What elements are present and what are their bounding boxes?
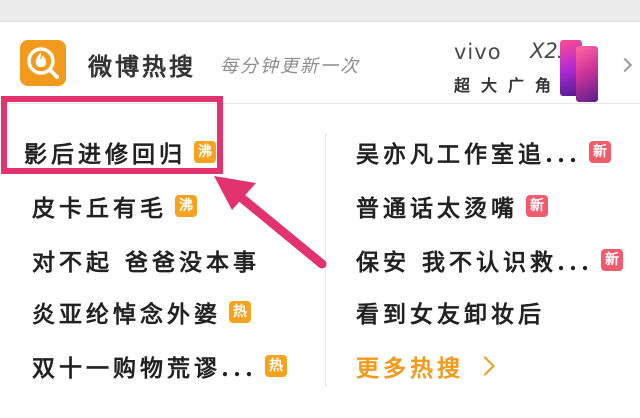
page-title: 微博热搜 bbox=[88, 52, 196, 81]
phone-image bbox=[576, 46, 598, 102]
new-badge: 新 bbox=[601, 249, 624, 271]
hot-search-item[interactable]: 炎亚纶悼念外婆 热 bbox=[32, 292, 251, 332]
hot-search-item-text: 看到女友卸妆后 bbox=[356, 301, 545, 328]
hot-search-item[interactable]: 看到女友卸妆后 bbox=[356, 292, 545, 332]
ad-brand: vivo bbox=[454, 40, 502, 64]
new-badge: 新 bbox=[526, 195, 548, 217]
chevron-right-icon[interactable] bbox=[617, 57, 633, 73]
hot-search-item[interactable]: 普通话太烫嘴 新 bbox=[356, 186, 548, 226]
new-badge: 新 bbox=[589, 141, 612, 163]
hot-search-item-text: 普通话太烫嘴 bbox=[356, 195, 518, 222]
hot-search-item-text: 皮卡丘有毛 bbox=[32, 195, 167, 222]
vivo-ad-banner[interactable]: vivo X23 超大广角 bbox=[452, 36, 612, 102]
hot-search-item-text: 保安 我不认识救... bbox=[356, 249, 594, 276]
top-strip bbox=[0, 0, 640, 22]
hot-search-item[interactable]: 双十一购物荒谬... 热 bbox=[32, 346, 288, 386]
ad-slogan: 超大广角 bbox=[454, 76, 563, 95]
page-subtitle: 每分钟更新一次 bbox=[220, 56, 360, 77]
hot-search-item-text: 吴亦凡工作室追... bbox=[356, 141, 582, 168]
card-header: 微博热搜 每分钟更新一次 vivo X23 超大广角 bbox=[0, 22, 640, 104]
chevron-right-icon bbox=[475, 356, 495, 376]
more-hot-search-link[interactable]: 更多热搜 bbox=[356, 346, 495, 386]
hot-search-item-text: 炎亚纶悼念外婆 bbox=[32, 301, 221, 328]
weibo-hot-search-flame-icon[interactable] bbox=[20, 40, 66, 86]
hot-search-item-text: 双十一购物荒谬... bbox=[32, 355, 258, 382]
hot-search-card: 微博热搜 每分钟更新一次 vivo X23 超大广角 影后进修回归 沸 皮卡丘有… bbox=[0, 22, 640, 418]
hot-badge: 沸 bbox=[175, 195, 197, 217]
more-hot-search-label: 更多热搜 bbox=[356, 355, 464, 382]
hot-search-item[interactable]: 保安 我不认识救... 新 bbox=[356, 240, 624, 280]
hot-search-item[interactable]: 吴亦凡工作室追... 新 bbox=[356, 132, 612, 172]
hot-badge: 热 bbox=[265, 355, 288, 377]
hot-search-item-text: 对不起 爸爸没本事 bbox=[32, 249, 261, 276]
hot-badge: 热 bbox=[229, 301, 251, 323]
hot-search-item[interactable]: 皮卡丘有毛 沸 bbox=[32, 186, 197, 226]
column-divider bbox=[325, 134, 326, 386]
annotation-highlight-box bbox=[1, 96, 223, 174]
hot-search-item[interactable]: 对不起 爸爸没本事 bbox=[32, 240, 260, 280]
